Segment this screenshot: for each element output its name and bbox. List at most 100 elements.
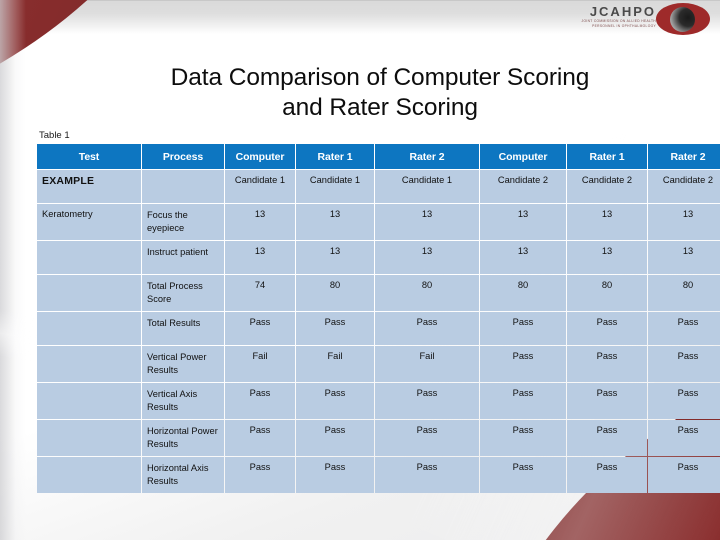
table-row: Horizontal Axis Results Pass Pass Pass Pass P… (37, 457, 720, 493)
cell-test (37, 275, 141, 311)
cell-process: Focus the eyepiece (142, 204, 224, 240)
cell-score: Pass (225, 383, 295, 419)
cell-score: Pass (567, 420, 647, 456)
cell-score: Candidate 1 (225, 170, 295, 203)
cell-score: 80 (296, 275, 374, 311)
cell-score: Pass (296, 383, 374, 419)
cell-score: Pass (375, 383, 479, 419)
cell-score: 13 (567, 204, 647, 240)
cell-score: 13 (567, 241, 647, 274)
cell-score: 13 (225, 241, 295, 274)
column-header: Process (142, 144, 224, 169)
column-header: Rater 2 (375, 144, 479, 169)
logo-text-block: JCAHPO JOINT COMMISSION ON ALLIED HEALTH… (564, 5, 656, 29)
cell-score: Candidate 1 (375, 170, 479, 203)
cell-test: EXAMPLE (37, 170, 141, 203)
cell-score: 13 (296, 241, 374, 274)
cell-test (37, 457, 141, 493)
cell-score: 80 (648, 275, 720, 311)
cell-score: Pass (480, 346, 566, 382)
column-header: Computer (225, 144, 295, 169)
column-header: Rater 1 (567, 144, 647, 169)
cell-process: Instruct patient (142, 241, 224, 274)
cell-process: Total Results (142, 312, 224, 345)
page-title-line-2: and Rater Scoring (282, 94, 478, 121)
cell-score: Pass (225, 312, 295, 345)
cell-score: 13 (375, 204, 479, 240)
left-edge-shade (0, 0, 26, 540)
cell-score: Fail (375, 346, 479, 382)
page-title-line-1: Data Comparison of Computer Scoring (170, 64, 590, 91)
cell-score: 13 (296, 204, 374, 240)
table-row: Instruct patient 13 13 13 13 13 13 (37, 241, 720, 274)
page-title: Data Comparison of Computer Scoring and … (110, 63, 650, 123)
cell-score: Pass (375, 457, 479, 493)
cell-score: Pass (375, 312, 479, 345)
cell-score: Candidate 1 (296, 170, 374, 203)
cell-score: 13 (480, 204, 566, 240)
cell-score: Pass (225, 420, 295, 456)
table-header: Test Process Computer Rater 1 Rater 2 Compute… (37, 144, 720, 169)
cell-process: Total Process Score (142, 275, 224, 311)
cell-score: Pass (480, 457, 566, 493)
cell-score: Fail (296, 346, 374, 382)
table-body: EXAMPLE Candidate 1 Candidate 1 Candidate 1… (37, 170, 720, 493)
cell-process: Horizontal Axis Results (142, 457, 224, 493)
table-row: Total Results Pass Pass Pass Pass Pass Pass (37, 312, 720, 345)
cell-score: Pass (648, 383, 720, 419)
column-header: Computer (480, 144, 566, 169)
table-header-row: Test Process Computer Rater 1 Rater 2 Compute… (37, 144, 720, 169)
cell-process (142, 170, 224, 203)
cell-score: Pass (567, 312, 647, 345)
cell-score: Candidate 2 (567, 170, 647, 203)
cell-score: Pass (225, 457, 295, 493)
top-hairline (0, 0, 720, 1)
table-row: EXAMPLE Candidate 1 Candidate 1 Candidate 1… (37, 170, 720, 203)
cell-score: Pass (648, 312, 720, 345)
slide: JCAHPO JOINT COMMISSION ON ALLIED HEALTH… (0, 0, 720, 540)
cell-score: 74 (225, 275, 295, 311)
cell-score: 13 (648, 241, 720, 274)
cell-score: 13 (375, 241, 479, 274)
jcahpo-logo: JCAHPO JOINT COMMISSION ON ALLIED HEALTH… (562, 2, 712, 36)
cell-test (37, 312, 141, 345)
cell-score: Pass (480, 383, 566, 419)
table-row: Vertical Axis Results Pass Pass Pass Pass Pas… (37, 383, 720, 419)
cell-test (37, 346, 141, 382)
cell-process: Vertical Axis Results (142, 383, 224, 419)
cell-score: Pass (648, 420, 720, 456)
cell-score: Pass (296, 420, 374, 456)
cell-score: Pass (567, 346, 647, 382)
cell-score: 80 (567, 275, 647, 311)
table-caption: Table 1 (39, 130, 70, 141)
cell-score: Pass (375, 420, 479, 456)
cell-score: Pass (567, 457, 647, 493)
table-row: Vertical Power Results Fail Fail Fail Pass Pa… (37, 346, 720, 382)
cell-score: 13 (225, 204, 295, 240)
cell-score: Pass (296, 457, 374, 493)
cell-score: Pass (296, 312, 374, 345)
table-row: Keratometry Focus the eyepiece 13 13 13 13 13 1… (37, 204, 720, 240)
cell-test: Keratometry (37, 204, 141, 240)
comparison-table: Test Process Computer Rater 1 Rater 2 Compute… (36, 143, 720, 494)
cell-score: Pass (648, 457, 720, 493)
column-header: Test (37, 144, 141, 169)
cell-score: Pass (480, 420, 566, 456)
logo-wordmark: JCAHPO (589, 4, 656, 19)
cell-score: 80 (375, 275, 479, 311)
cell-score: 13 (480, 241, 566, 274)
cell-score: 13 (648, 204, 720, 240)
cell-test (37, 383, 141, 419)
logo-eye-icon (656, 3, 710, 35)
cell-score: Pass (480, 312, 566, 345)
table-row: Horizontal Power Results Pass Pass Pass Pass… (37, 420, 720, 456)
cell-score: 80 (480, 275, 566, 311)
logo-subtitle-line2: PERSONNEL IN OPHTHALMOLOGY (592, 24, 656, 28)
cell-score: Candidate 2 (648, 170, 720, 203)
column-header: Rater 2 (648, 144, 720, 169)
cell-process: Vertical Power Results (142, 346, 224, 382)
cell-score: Candidate 2 (480, 170, 566, 203)
column-header: Rater 1 (296, 144, 374, 169)
cell-score: Pass (567, 383, 647, 419)
cell-score: Fail (225, 346, 295, 382)
